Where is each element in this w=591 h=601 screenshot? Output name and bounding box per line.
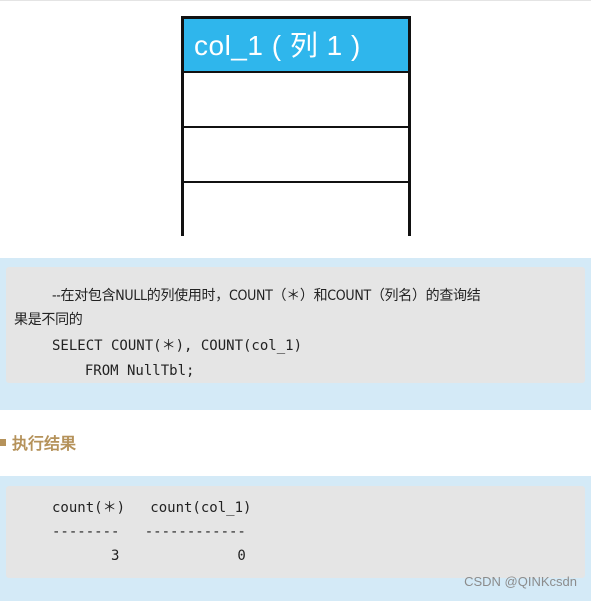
result-heading-text: 执行结果 — [12, 434, 77, 453]
result-divider-line: -------- ------------ — [52, 524, 246, 540]
heading-bullet-icon — [0, 438, 6, 446]
table-diagram-row — [184, 183, 408, 236]
result-panel: count(＊) count(col_1) -------- ---------… — [0, 476, 591, 601]
watermark: CSDN @QINKcsdn — [464, 574, 577, 589]
table-diagram-row — [184, 73, 408, 128]
query-code-block: --在对包含NULL的列使用时，COUNT（＊）和COUNT（列名）的查询结 果… — [6, 267, 585, 383]
table-diagram: col_1 ( 列 1 ) — [181, 16, 411, 236]
sql-from-line: FROM NullTbl; — [68, 363, 195, 379]
table-diagram-row — [184, 128, 408, 183]
result-value-line: 3 0 — [52, 548, 246, 564]
sql-select-line: SELECT COUNT(＊), COUNT(col_1) — [52, 338, 303, 354]
sql-comment-line: --在对包含NULL的列使用时，COUNT（＊）和COUNT（列名）的查询结 — [52, 288, 481, 304]
result-code-block: count(＊) count(col_1) -------- ---------… — [6, 486, 585, 578]
result-section-heading: 执行结果 — [0, 430, 76, 454]
result-header-line: count(＊) count(col_1) — [52, 500, 252, 516]
query-panel: --在对包含NULL的列使用时，COUNT（＊）和COUNT（列名）的查询结 果… — [0, 258, 591, 410]
top-divider — [0, 0, 591, 1]
table-diagram-header: col_1 ( 列 1 ) — [184, 19, 408, 73]
sql-comment-line-continued: 果是不同的 — [14, 312, 83, 328]
